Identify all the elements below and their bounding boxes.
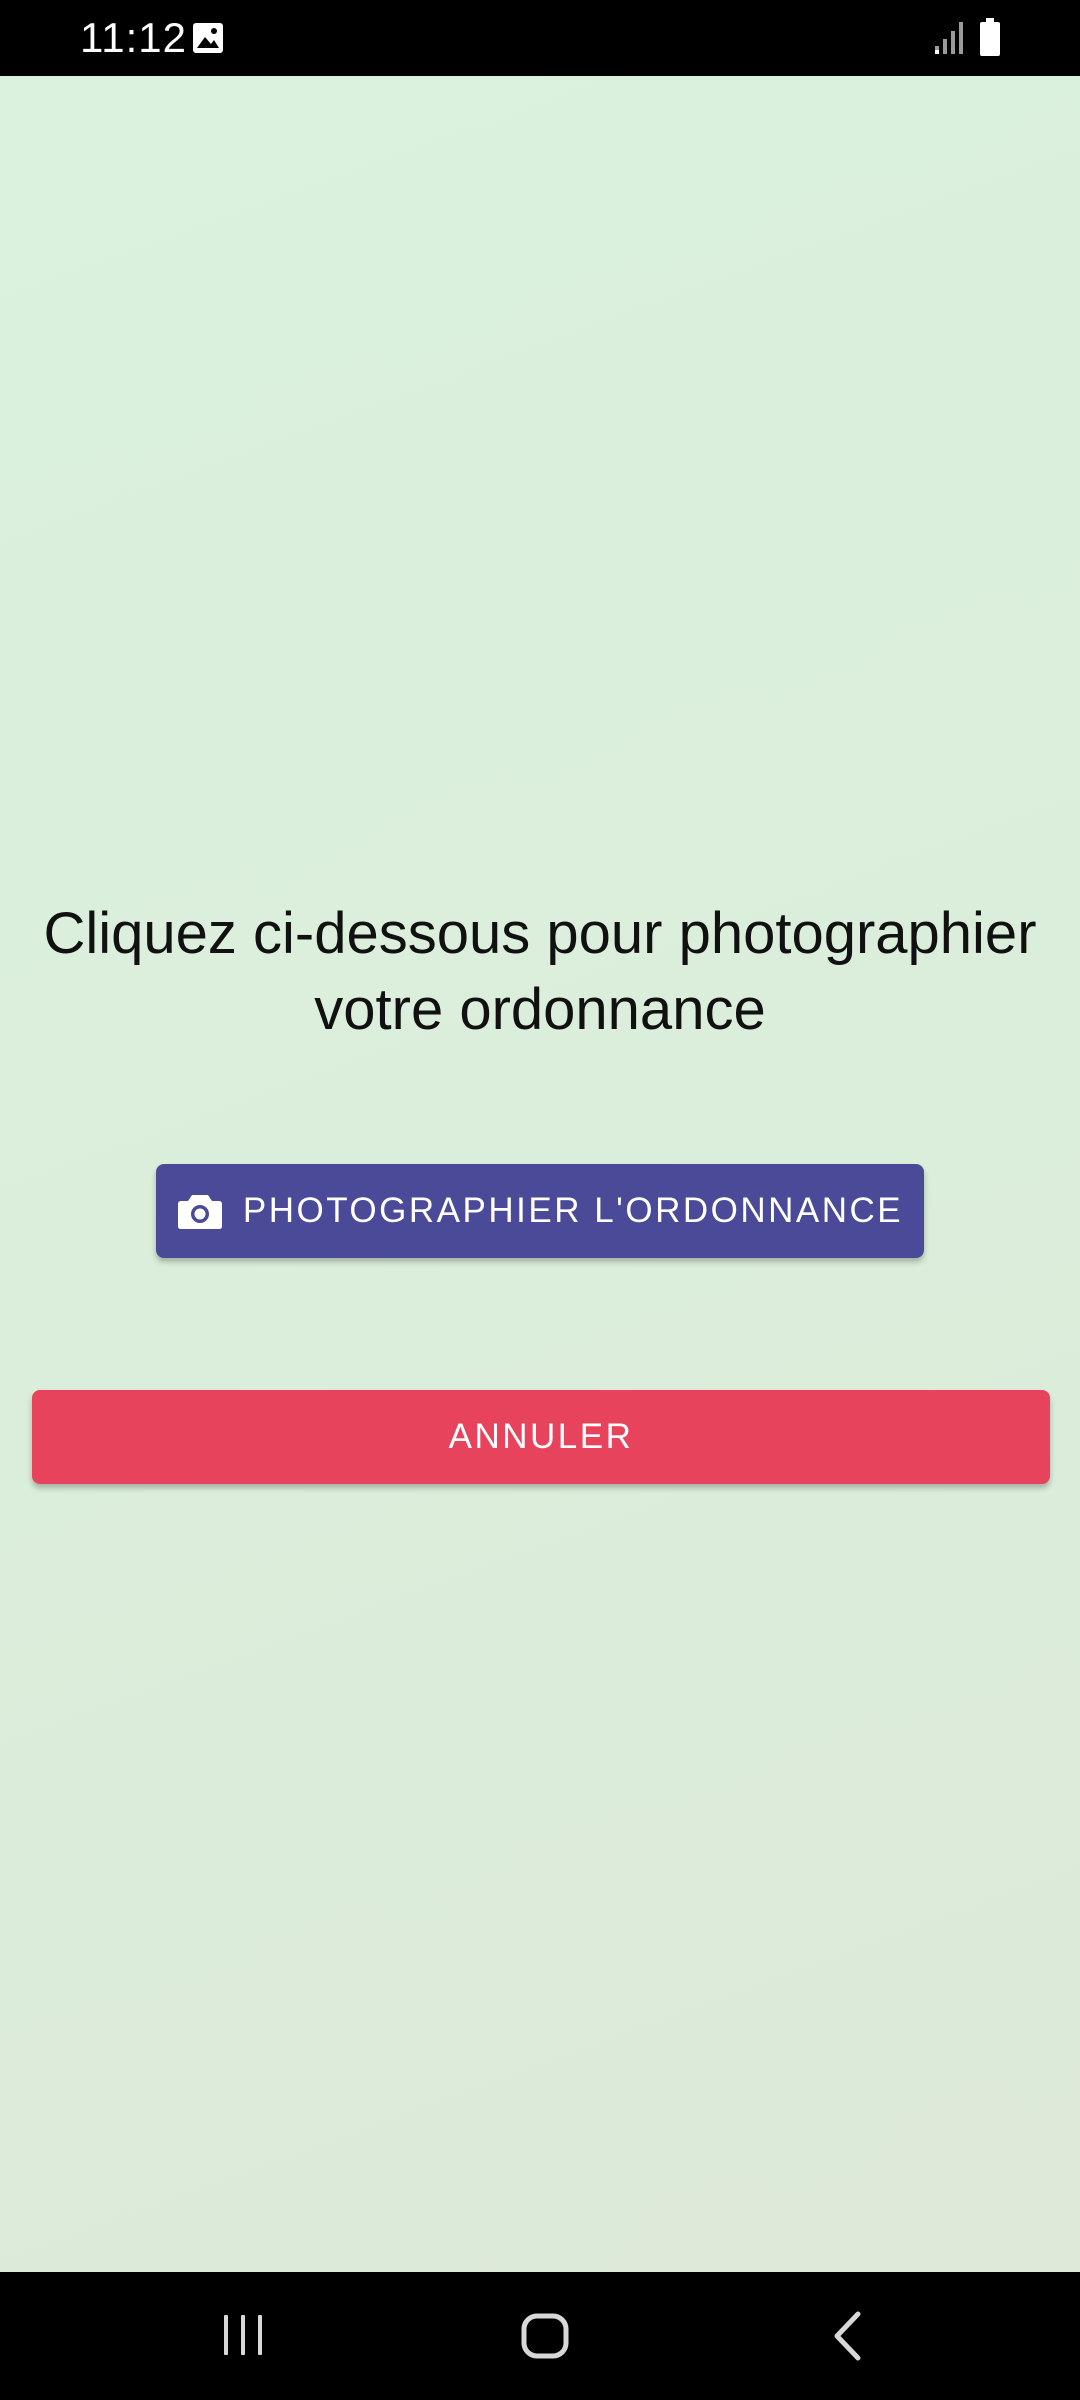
status-time: 11:12 bbox=[80, 14, 187, 61]
status-bar: 11:12 bbox=[0, 0, 1080, 76]
instruction-text: Cliquez ci-dessous pour photographier vo… bbox=[43, 901, 1037, 1042]
back-icon[interactable] bbox=[830, 2310, 864, 2362]
signal-icon bbox=[934, 20, 966, 54]
take-photo-button-label: PHOTOGRAPHIER L'ORDONNANCE bbox=[242, 1191, 904, 1230]
home-icon[interactable] bbox=[520, 2312, 570, 2360]
main-content: Cliquez ci-dessous pour photographier vo… bbox=[0, 76, 1080, 2272]
recents-icon[interactable] bbox=[220, 2312, 266, 2358]
camera-icon bbox=[177, 1192, 223, 1230]
cancel-button[interactable]: ANNULER bbox=[32, 1390, 1050, 1484]
navigation-bar bbox=[0, 2272, 1080, 2400]
image-notification-icon bbox=[192, 22, 224, 54]
battery-icon bbox=[980, 18, 1000, 56]
cancel-button-label: ANNULER bbox=[448, 1417, 634, 1456]
take-photo-button[interactable]: PHOTOGRAPHIER L'ORDONNANCE bbox=[156, 1164, 924, 1258]
